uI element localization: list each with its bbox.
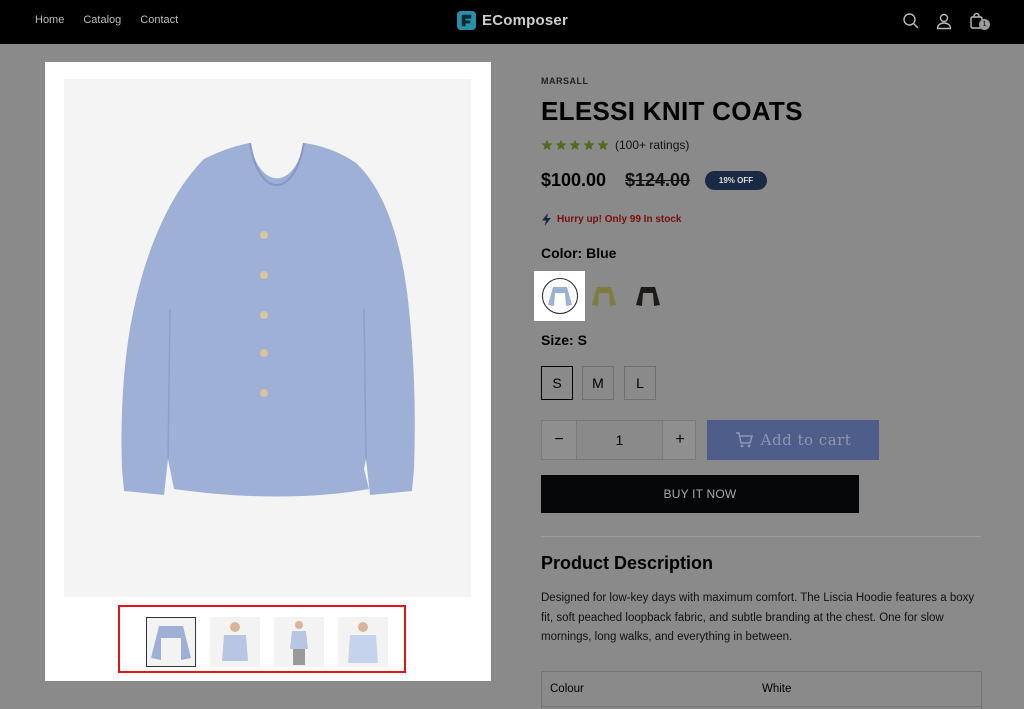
size-l-button[interactable]: L <box>624 366 656 400</box>
main-nav: Home Catalog Contact <box>35 14 178 26</box>
nav-contact[interactable]: Contact <box>140 14 178 26</box>
shopping-cart-icon <box>735 432 753 448</box>
nav-catalog[interactable]: Catalog <box>83 14 121 26</box>
spec-table: Colour White <box>541 671 983 709</box>
product-price: $100.00 <box>541 170 607 190</box>
buy-it-now-button[interactable]: BUY IT NOW <box>541 475 859 513</box>
product-title: ELESSI KNIT COATS <box>541 96 803 126</box>
account-icon[interactable] <box>935 12 953 30</box>
size-label: Size: <box>541 332 574 348</box>
discount-badge: 19% OFF <box>705 171 767 190</box>
lightning-icon <box>542 213 551 226</box>
brand-logo[interactable]: EComposer <box>457 11 568 30</box>
star-icon <box>541 139 553 150</box>
add-to-cart-button[interactable]: Add to cart <box>707 420 879 460</box>
color-label: Color: <box>541 245 583 261</box>
brand-name: EComposer <box>482 12 568 29</box>
description-text: Designed for low-key days with maximum c… <box>541 592 975 643</box>
thumbnail-image <box>222 622 248 661</box>
product-rating[interactable]: (100+ ratings) <box>541 138 689 152</box>
stock-notice: Hurry up! Only 99 In stock <box>541 213 681 226</box>
cart-count-badge: 1 <box>979 19 990 30</box>
star-icon <box>555 139 567 150</box>
compare-at-price: $124.00 <box>625 170 691 190</box>
swatch-image <box>636 287 660 306</box>
thumbnail-1[interactable] <box>146 617 196 667</box>
spec-key: Colour <box>550 683 584 695</box>
ecomposer-logo-icon <box>457 11 476 30</box>
star-icon <box>583 139 595 150</box>
size-option-label: Size: S <box>541 332 587 348</box>
size-m-button[interactable]: M <box>582 366 614 400</box>
swatch-black[interactable] <box>630 278 666 314</box>
quantity-input[interactable]: 1 <box>576 421 663 459</box>
color-option-label: Color: Blue <box>541 245 616 261</box>
thumbnail-image <box>348 622 378 663</box>
star-icon <box>569 139 581 150</box>
swatch-yellow[interactable] <box>586 278 622 314</box>
description-heading: Product Description <box>541 553 714 573</box>
quantity-stepper: − 1 + <box>541 420 696 460</box>
search-icon[interactable] <box>902 12 920 30</box>
thumbnail-strip <box>118 605 406 673</box>
swatch-image <box>548 287 572 306</box>
stock-text: Hurry up! Only 99 In stock <box>557 214 682 225</box>
size-value: S <box>577 332 587 348</box>
quantity-increase-button[interactable]: + <box>663 421 697 459</box>
main-product-image[interactable] <box>64 79 471 597</box>
swatch-blue[interactable] <box>542 278 578 314</box>
product-gallery <box>45 62 491 681</box>
spec-value: White <box>762 683 792 695</box>
thumbnail-3[interactable] <box>274 617 324 667</box>
site-header: Home Catalog Contact EComposer 1 <box>0 0 1024 44</box>
star-icon <box>597 139 609 150</box>
color-value: Blue <box>586 245 617 261</box>
thumbnail-2[interactable] <box>210 617 260 667</box>
size-s-button[interactable]: S <box>541 366 573 400</box>
section-divider <box>541 536 981 537</box>
swatch-image <box>592 287 616 306</box>
nav-home[interactable]: Home <box>35 14 64 26</box>
cardigan-image <box>121 142 415 497</box>
spec-row-divider <box>542 706 983 707</box>
product-vendor[interactable]: MARSALL <box>541 76 589 86</box>
quantity-decrease-button[interactable]: − <box>542 421 576 459</box>
thumbnail-image <box>151 626 191 660</box>
add-to-cart-label: Add to cart <box>760 431 852 449</box>
thumbnail-4[interactable] <box>338 617 388 667</box>
thumbnail-image <box>290 621 308 665</box>
rating-count: (100+ ratings) <box>615 138 690 152</box>
